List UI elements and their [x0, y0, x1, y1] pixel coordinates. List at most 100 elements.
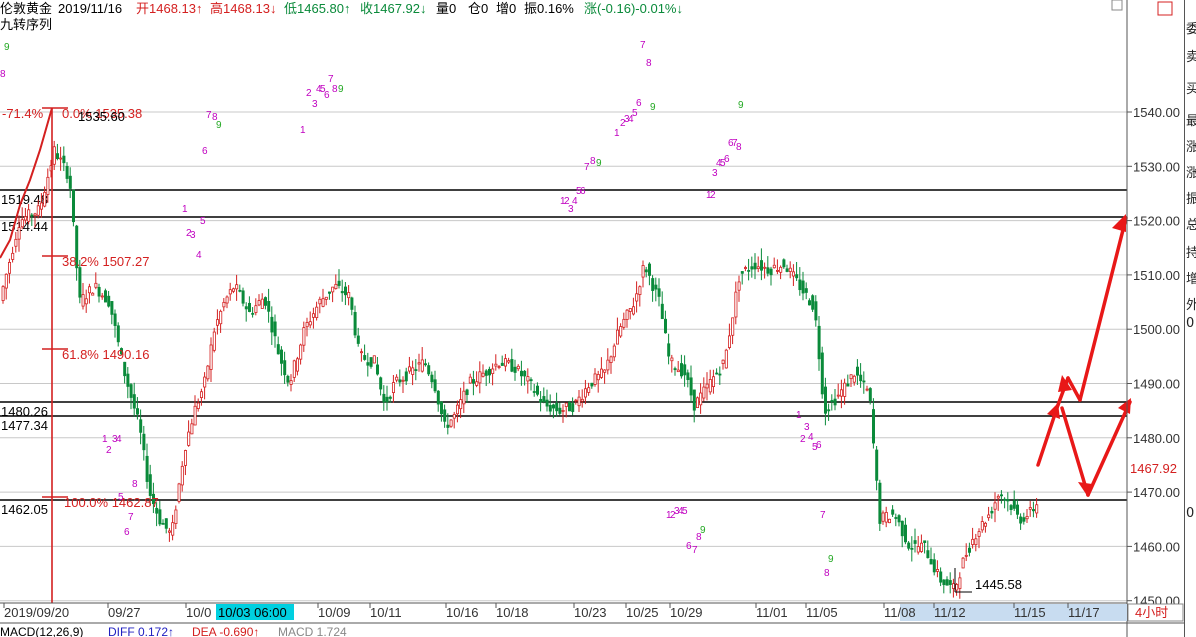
- td-digit-mark: 8: [0, 69, 6, 80]
- kline-chart[interactable]: 伦敦黄金 2019/11/16 开1468.13↑ 高1468.13↓ 低146…: [0, 0, 1196, 637]
- candle-body: [1006, 499, 1010, 502]
- candle-body: [379, 377, 383, 390]
- candle-body: [1028, 507, 1032, 510]
- period-label[interactable]: 4小时: [1135, 605, 1168, 620]
- candle-body: [369, 357, 373, 367]
- candle-body: [977, 531, 981, 537]
- candle-body: [439, 401, 443, 415]
- candle-body: [471, 379, 475, 384]
- candle-body: [104, 290, 108, 303]
- td-digit-mark: 7: [128, 512, 134, 523]
- candle-body: [875, 449, 879, 481]
- candle-body: [231, 288, 235, 292]
- candle-body: [366, 362, 370, 366]
- candle-body: [792, 271, 796, 277]
- td-digit-mark: 9: [738, 100, 744, 111]
- candle-body: [372, 355, 376, 364]
- horizontal-levels: 1519.481514.441480.261477.341462.05: [0, 189, 1127, 517]
- td-digit-mark: 9: [4, 42, 10, 53]
- candle-body: [446, 424, 450, 428]
- candle-body: [302, 327, 306, 346]
- candle-body: [420, 359, 424, 372]
- candle-body: [974, 538, 978, 546]
- td-digit-mark: 6: [580, 186, 586, 197]
- gridlines: [0, 111, 1127, 602]
- td-digit-mark: 4: [116, 434, 122, 445]
- candle-body: [913, 540, 917, 544]
- candle-body: [88, 286, 92, 294]
- level-label: 1477.34: [1, 418, 48, 433]
- candle-body: [430, 374, 434, 383]
- candle-body: [129, 384, 133, 398]
- candle-body: [862, 380, 866, 383]
- candle-body: [401, 379, 405, 382]
- candle-body: [782, 259, 786, 268]
- candle-body: [910, 547, 914, 550]
- candle-body: [1003, 498, 1007, 501]
- candle-body: [126, 373, 130, 387]
- y-tick-label: 1520.00: [1133, 214, 1180, 229]
- candle-body: [702, 386, 706, 399]
- header-indicator: 九转序列: [0, 17, 52, 32]
- candle-body: [574, 399, 578, 402]
- candle-body: [491, 368, 495, 374]
- candle-body: [779, 266, 783, 273]
- candle-body: [267, 301, 271, 312]
- td-digit-mark: 8: [132, 479, 138, 490]
- candle-body: [884, 512, 888, 523]
- candle-body: [487, 368, 491, 376]
- candle-body: [427, 365, 431, 375]
- candle-body: [1019, 516, 1023, 524]
- candle-body: [1035, 504, 1039, 514]
- candle-body: [929, 558, 933, 565]
- candle-body: [40, 202, 44, 210]
- candle-body: [836, 394, 840, 397]
- x-tick-label: 10/11: [370, 605, 402, 620]
- fib-left-label: -71.4%: [2, 106, 44, 121]
- candle-body: [865, 388, 869, 391]
- candle-body: [407, 366, 411, 372]
- candle-body: [654, 284, 658, 290]
- forecast-arrows[interactable]: [1036, 214, 1132, 497]
- candle-body: [804, 288, 808, 293]
- td-digit-mark: 2: [710, 190, 716, 201]
- candle-body: [529, 379, 533, 382]
- fibonacci-retracement[interactable]: 0.0% 1535.3838.2% 1507.2761.8% 1490.1610…: [0, 106, 1022, 603]
- candle-body: [516, 365, 520, 370]
- candle-body: [635, 293, 639, 302]
- window-corner-box[interactable]: [1111, 0, 1123, 11]
- candle-body: [852, 375, 856, 383]
- window-close-box[interactable]: [1157, 1, 1173, 16]
- candle-body: [564, 402, 568, 407]
- header-amplitude: 振0.16%: [524, 1, 574, 16]
- candle-body: [942, 579, 946, 586]
- td-digit-mark: 3: [312, 99, 318, 110]
- candle-body: [1022, 517, 1026, 522]
- candle-body: [321, 298, 325, 307]
- candle-body: [97, 286, 101, 297]
- x-tick-label: 11/17: [1068, 605, 1100, 620]
- td-digit-mark: 2: [800, 434, 806, 445]
- candle-body: [78, 267, 82, 298]
- candle-body: [971, 538, 975, 545]
- candle-body: [532, 391, 536, 393]
- candle-body: [731, 317, 735, 336]
- candle-body: [391, 382, 395, 393]
- candle-body: [801, 280, 805, 294]
- candle-body: [664, 318, 668, 334]
- candle-body: [257, 300, 261, 306]
- candle-body: [359, 351, 363, 354]
- candle-body: [817, 325, 821, 360]
- td-digit-mark: 6: [724, 154, 730, 165]
- candle-body: [91, 292, 95, 296]
- x-tick-label: 10/18: [496, 605, 529, 620]
- candle-body: [145, 455, 149, 482]
- td-digit-mark: 3: [190, 230, 196, 241]
- td-digit-mark: 5: [200, 216, 206, 227]
- candle-body: [196, 402, 200, 409]
- candle-body: [84, 298, 88, 305]
- candle-body: [788, 267, 792, 272]
- candle-body: [113, 313, 117, 326]
- side-panel-label: 持: [1186, 242, 1196, 261]
- candle-body: [718, 373, 722, 376]
